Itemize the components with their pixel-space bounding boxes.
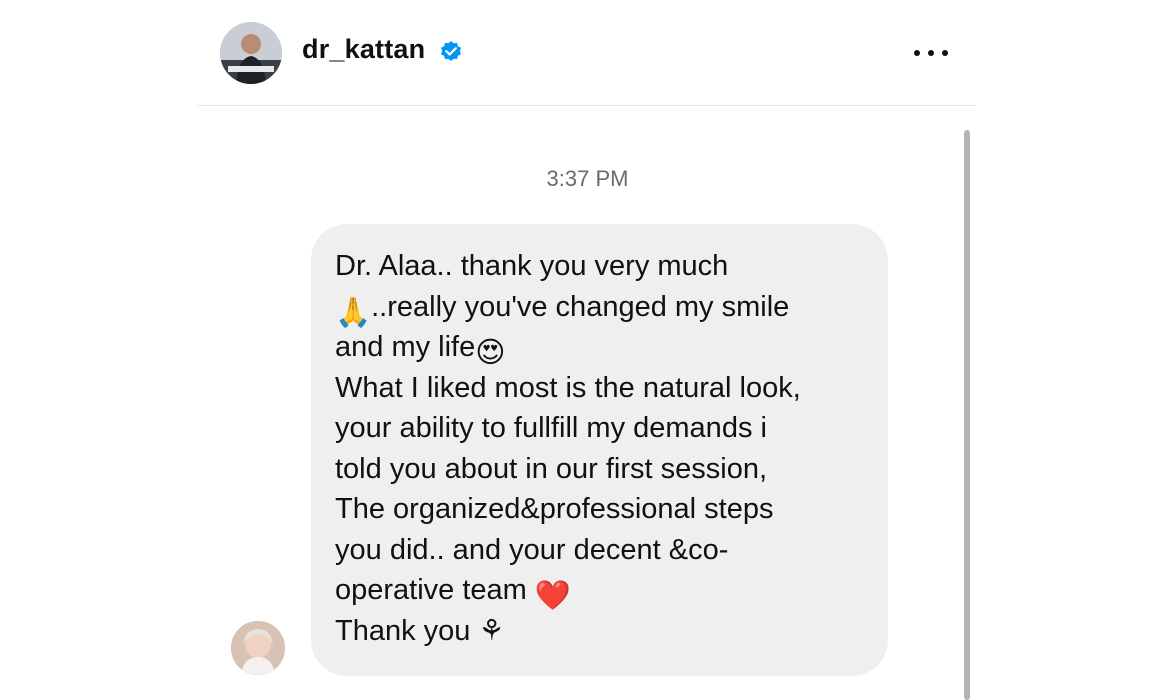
profile-avatar[interactable] xyxy=(220,22,282,84)
message-timestamp: 3:37 PM xyxy=(546,166,629,191)
message-line: 🙏..really you've changed my smile xyxy=(335,287,864,329)
message-line: operative team ❤️ xyxy=(335,570,864,612)
more-options-button[interactable] xyxy=(914,38,948,68)
message-line: and my life😍 xyxy=(335,327,864,369)
message-line: your ability to fullfill my demands i xyxy=(335,412,767,444)
message-line: you did.. and your decent &co- xyxy=(335,533,729,566)
message-line: Dr. Alaa.. thank you very much xyxy=(335,250,729,282)
message-line: The organized&professional steps xyxy=(335,493,774,525)
sender-photo-icon xyxy=(231,621,285,675)
username[interactable]: dr_kattan xyxy=(302,34,425,65)
sender-avatar[interactable] xyxy=(231,621,285,675)
message-line: told you about in our first session, xyxy=(335,452,768,485)
red-heart-emoji: ❤️ xyxy=(534,580,571,612)
message-bubble[interactable]: Dr. Alaa.. thank you very much 🙏..really… xyxy=(311,224,888,676)
flower-emoji: ⚘ xyxy=(478,614,505,647)
more-horizontal-icon xyxy=(914,50,920,56)
scrollbar[interactable] xyxy=(964,130,970,700)
verified-badge-icon xyxy=(441,41,461,61)
chat-header: dr_kattan xyxy=(198,0,976,106)
message-line: Thank you ⚘ xyxy=(335,614,505,647)
message-line: What I liked most is the natural look, xyxy=(335,371,801,404)
profile-photo-icon xyxy=(220,22,282,84)
